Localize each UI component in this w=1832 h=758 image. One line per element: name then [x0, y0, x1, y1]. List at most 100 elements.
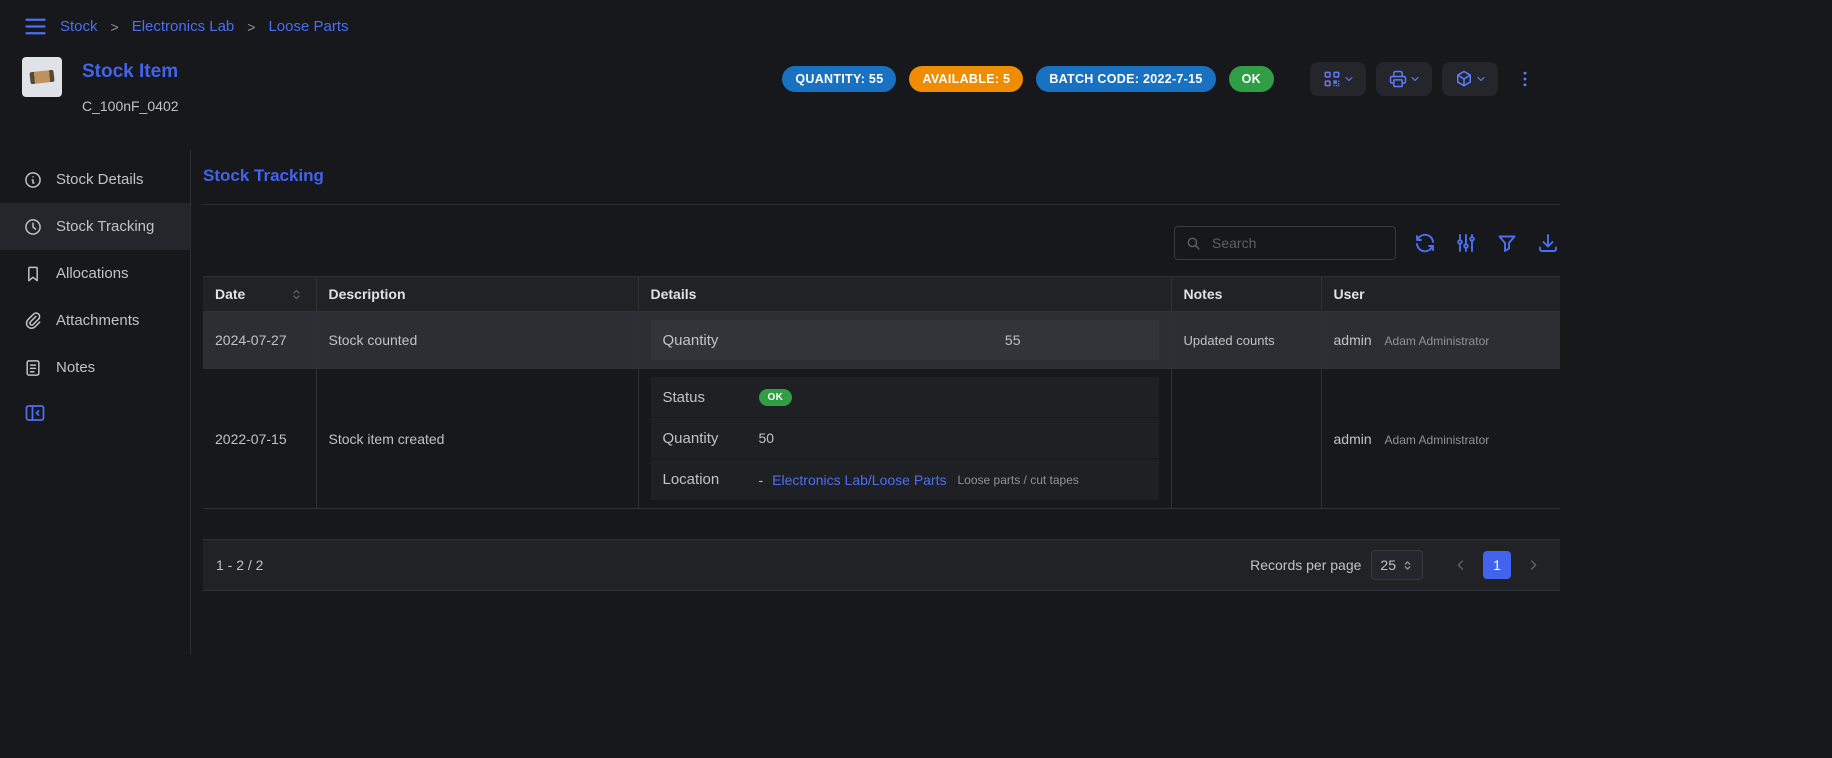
cell-date: 2022-07-15 — [203, 369, 316, 509]
page-1-button[interactable]: 1 — [1483, 551, 1511, 579]
detail-location-row: Location - Electronics Lab/Loose Parts L… — [651, 459, 1159, 500]
select-chevrons-icon — [1401, 559, 1414, 572]
cell-description: Stock counted — [316, 312, 638, 369]
sidebar-item-label: Notes — [56, 359, 95, 376]
detail-location-label: Location — [663, 471, 759, 488]
ok-status-badge: OK — [1229, 66, 1274, 92]
column-header-date-label: Date — [215, 286, 245, 302]
breadcrumb-separator: > — [245, 19, 257, 35]
download-button[interactable] — [1536, 231, 1560, 255]
sidebar-item-attachments[interactable]: Attachments — [0, 297, 190, 344]
user-name: admin — [1334, 431, 1372, 447]
cell-notes — [1171, 369, 1321, 509]
cell-details: Quantity 55 — [638, 312, 1171, 369]
barcode-actions-button[interactable] — [1310, 62, 1366, 96]
stock-actions-button[interactable] — [1442, 62, 1498, 96]
content-area: Stock Details Stock Tracking Allocations… — [0, 150, 1560, 655]
detail-quantity-label: Quantity — [663, 332, 719, 349]
chevron-down-icon — [1409, 73, 1421, 85]
table-row-stock-item-created[interactable]: 2022-07-15 Stock item created Status OK … — [203, 369, 1560, 509]
records-per-page-select[interactable]: 25 — [1371, 550, 1423, 580]
history-icon — [23, 217, 43, 237]
breadcrumb-separator: > — [109, 19, 121, 35]
dots-vertical-icon — [1515, 69, 1535, 89]
column-header-notes: Notes — [1171, 277, 1321, 312]
stock-tracking-table: Date Description Details Notes User — [203, 276, 1560, 509]
column-header-description: Description — [316, 277, 638, 312]
search-input[interactable] — [1210, 234, 1385, 252]
quantity-badge: QUANTITY: 55 — [782, 66, 896, 92]
user-name: admin — [1334, 332, 1372, 348]
more-options-button[interactable] — [1512, 62, 1538, 96]
table-options-button[interactable] — [1454, 231, 1478, 255]
records-per-page-label: Records per page — [1250, 557, 1361, 573]
capacitor-image — [29, 70, 54, 84]
detail-status-row: Status OK — [651, 377, 1159, 418]
stock-actions-icon — [1454, 69, 1474, 89]
sidebar-item-label: Stock Tracking — [56, 218, 154, 235]
sidebar-item-allocations[interactable]: Allocations — [0, 250, 190, 297]
sidebar-item-label: Attachments — [56, 312, 139, 329]
part-thumbnail[interactable] — [22, 57, 62, 97]
app-container: Stock > Electronics Lab > Loose Parts St… — [0, 0, 1560, 655]
previous-page-button[interactable] — [1447, 551, 1475, 579]
page-title: Stock Item — [82, 57, 179, 81]
sidebar-item-stock-details[interactable]: Stock Details — [0, 156, 190, 203]
column-header-user: User — [1321, 277, 1560, 312]
record-range-label: 1 - 2 / 2 — [216, 557, 263, 573]
chevron-right-icon — [1525, 557, 1541, 573]
search-icon — [1185, 235, 1202, 252]
next-page-button[interactable] — [1519, 551, 1547, 579]
breadcrumb-link-loose-parts[interactable]: Loose Parts — [268, 18, 348, 35]
download-icon — [1536, 231, 1560, 255]
column-header-details: Details — [638, 277, 1171, 312]
chevron-down-icon — [1343, 73, 1355, 85]
available-badge: AVAILABLE: 5 — [909, 66, 1023, 92]
refresh-button[interactable] — [1413, 231, 1437, 255]
cell-date: 2024-07-27 — [203, 312, 316, 369]
table-row-stock-counted[interactable]: 2024-07-27 Stock counted Quantity 55 Upd… — [203, 312, 1560, 369]
location-dash: - — [759, 472, 764, 488]
filter-icon — [1495, 231, 1519, 255]
refresh-icon — [1413, 231, 1437, 255]
adjustments-icon — [1454, 231, 1478, 255]
detail-status-label: Status — [663, 389, 759, 406]
user-full-name: Adam Administrator — [1385, 433, 1490, 447]
page-nav: 1 — [1447, 551, 1547, 579]
sidebar: Stock Details Stock Tracking Allocations… — [0, 150, 191, 655]
filter-button[interactable] — [1495, 231, 1519, 255]
cell-description: Stock item created — [316, 369, 638, 509]
detail-quantity-label: Quantity — [663, 430, 759, 447]
printer-icon — [1388, 69, 1408, 89]
chevron-left-icon — [1453, 557, 1469, 573]
print-actions-button[interactable] — [1376, 62, 1432, 96]
table-toolbar — [203, 226, 1560, 260]
info-icon — [23, 170, 43, 190]
sidebar-collapse-button[interactable] — [23, 401, 47, 425]
breadcrumb-link-electronics-lab[interactable]: Electronics Lab — [132, 18, 235, 35]
section-title: Stock Tracking — [203, 166, 1560, 186]
location-link[interactable]: Electronics Lab/Loose Parts — [772, 472, 946, 488]
sidebar-collapse-icon — [23, 401, 47, 425]
sidebar-item-label: Stock Details — [56, 171, 144, 188]
notes-text: Updated counts — [1184, 333, 1275, 348]
table-footer: 1 - 2 / 2 Records per page 25 — [203, 539, 1560, 591]
top-navigation: Stock > Electronics Lab > Loose Parts — [0, 0, 1560, 49]
sidebar-item-notes[interactable]: Notes — [0, 344, 190, 391]
user-full-name: Adam Administrator — [1385, 334, 1490, 348]
page-header: Stock Item C_100nF_0402 QUANTITY: 55 AVA… — [0, 49, 1560, 114]
menu-icon[interactable] — [22, 13, 49, 40]
cell-notes: Updated counts — [1171, 312, 1321, 369]
notes-icon — [23, 358, 43, 378]
paperclip-icon — [23, 311, 43, 331]
page-subtitle: C_100nF_0402 — [82, 98, 179, 114]
status-ok-badge: OK — [759, 389, 793, 406]
sidebar-item-stock-tracking[interactable]: Stock Tracking — [0, 203, 190, 250]
main-panel: Stock Tracking — [191, 150, 1560, 655]
detail-quantity-value: 55 — [1005, 332, 1147, 348]
breadcrumb-link-stock[interactable]: Stock — [60, 18, 98, 35]
column-header-date[interactable]: Date — [203, 277, 316, 312]
sort-selector-icon[interactable] — [289, 287, 304, 302]
search-box[interactable] — [1174, 226, 1396, 260]
header-actions — [1310, 62, 1538, 96]
